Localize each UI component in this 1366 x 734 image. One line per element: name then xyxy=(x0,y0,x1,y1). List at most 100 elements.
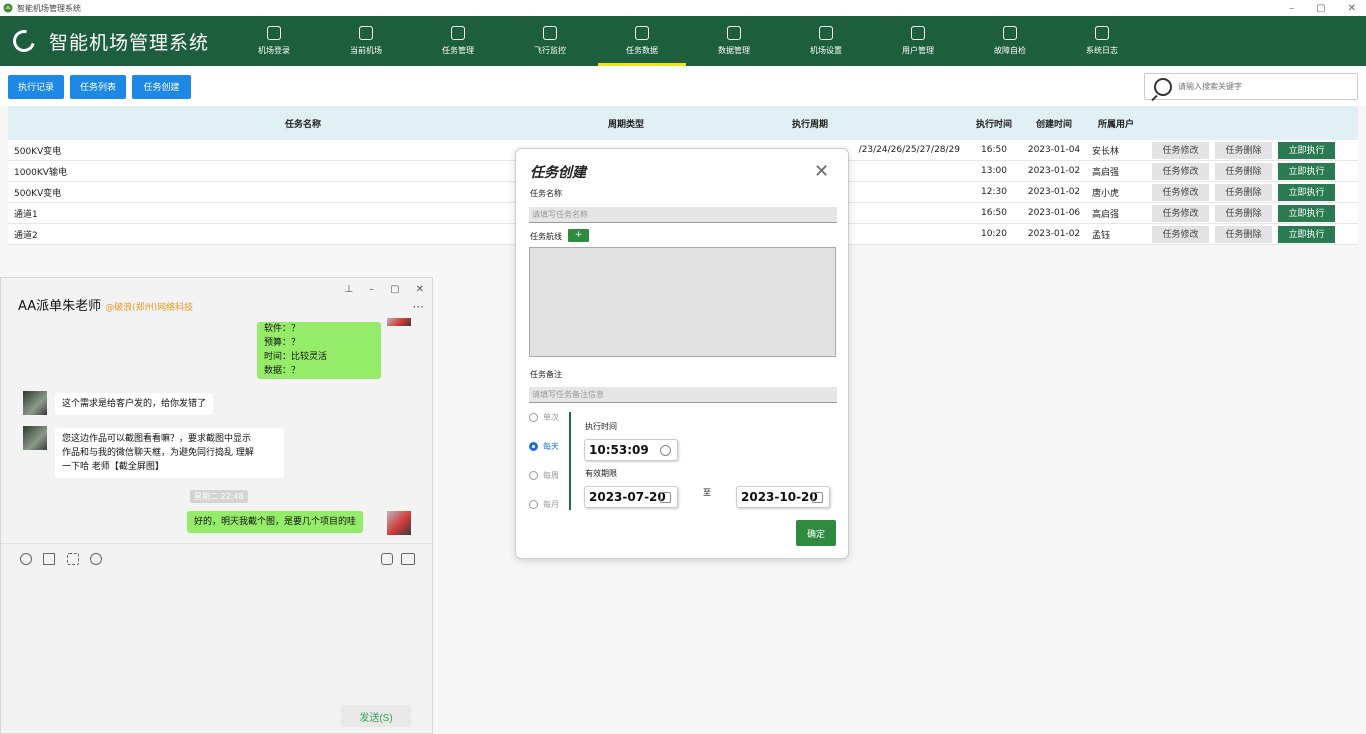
delete-task-button[interactable]: 任务删除 xyxy=(1215,141,1272,159)
phone-icon[interactable] xyxy=(381,553,393,565)
edit-task-button[interactable]: 任务修改 xyxy=(1152,141,1209,159)
search-input[interactable] xyxy=(1178,82,1348,91)
pin-icon[interactable]: ⊥ xyxy=(344,284,353,295)
chat-bubble-icon[interactable] xyxy=(90,553,102,565)
edit-task-button[interactable]: 任务修改 xyxy=(1152,183,1209,201)
nav-label: 任务管理 xyxy=(442,46,474,55)
close-icon[interactable]: ✕ xyxy=(814,161,829,182)
nav-item-fault-check[interactable]: 故障自检 xyxy=(964,16,1056,66)
nav-item-airport-login[interactable]: 机场登录 xyxy=(228,16,320,66)
cell-name: 500KV变电 xyxy=(14,188,62,199)
exec-time-label: 执行时间 xyxy=(585,422,617,431)
task-name-input[interactable]: 请填写任务名称 xyxy=(529,207,837,223)
run-task-button[interactable]: 立即执行 xyxy=(1278,225,1335,243)
run-task-button[interactable]: 立即执行 xyxy=(1278,141,1335,159)
edit-task-button[interactable]: 任务修改 xyxy=(1152,225,1209,243)
cell-time: 16:50 xyxy=(981,208,1007,218)
avatar[interactable] xyxy=(23,426,47,450)
chat-contact-name: AA派单朱老师 xyxy=(18,299,102,314)
nav-label: 当前机场 xyxy=(350,46,382,55)
message-line: 作品和与我的微信聊天框，为避免同行捣乱 理解 xyxy=(62,448,254,458)
avatar[interactable] xyxy=(387,511,411,535)
search-box xyxy=(1144,73,1358,100)
start-date-picker[interactable]: 2023-07-20 xyxy=(584,486,678,508)
valid-period-label: 有效期限 xyxy=(585,469,617,478)
radio-dot xyxy=(529,413,538,422)
cell-name: 1000KV输电 xyxy=(14,167,67,178)
main-nav: 机场登录 当前机场 任务管理 飞行监控 任务数据 数据管理 机场设置 用户管理 … xyxy=(228,16,1148,66)
user-icon xyxy=(911,26,925,40)
add-route-button[interactable]: + xyxy=(568,229,589,242)
close-button[interactable]: ✕ xyxy=(1348,3,1356,14)
nav-label: 故障自检 xyxy=(994,46,1026,55)
chat-close-button[interactable]: ✕ xyxy=(416,284,424,295)
edit-task-button[interactable]: 任务修改 xyxy=(1152,204,1209,222)
emoji-icon[interactable] xyxy=(20,553,32,565)
message-line: 一下哈 老师【截全屏图】 xyxy=(62,462,164,472)
nav-item-task-data[interactable]: 任务数据 xyxy=(596,16,688,66)
message-bubble-outgoing: 好的，明天我截个图，是要几个项目的哇 xyxy=(187,511,364,533)
delete-task-button[interactable]: 任务删除 xyxy=(1215,225,1272,243)
confirm-button[interactable]: 确定 xyxy=(796,520,836,546)
delete-task-button[interactable]: 任务删除 xyxy=(1215,183,1272,201)
nav-item-user-management[interactable]: 用户管理 xyxy=(872,16,964,66)
nav-item-current-airport[interactable]: 当前机场 xyxy=(320,16,412,66)
chat-maximize-button[interactable]: ▢ xyxy=(390,284,399,295)
run-task-button[interactable]: 立即执行 xyxy=(1278,183,1335,201)
window-titlebar: 智能机场管理系统 – ▢ ✕ xyxy=(0,0,1366,16)
radio-label: 每月 xyxy=(543,500,559,509)
radio-monthly[interactable]: 每月 xyxy=(529,499,559,510)
edit-task-button[interactable]: 任务修改 xyxy=(1152,162,1209,180)
message-line: 时间：比较灵活 xyxy=(264,352,328,362)
exec-record-button[interactable]: 执行记录 xyxy=(8,75,64,99)
avatar[interactable] xyxy=(23,391,47,415)
video-icon[interactable] xyxy=(401,553,415,565)
delete-task-button[interactable]: 任务删除 xyxy=(1215,204,1272,222)
nav-item-system-log[interactable]: 系统日志 xyxy=(1056,16,1148,66)
window-title: 智能机场管理系统 xyxy=(17,3,81,13)
chat-contact-org: @破浪(郑州)网络科技 xyxy=(105,303,194,313)
exec-time-picker[interactable]: 10:53:09 xyxy=(584,439,678,461)
date-range-separator: 至 xyxy=(703,488,711,497)
scissors-icon[interactable] xyxy=(67,553,79,565)
task-note-input[interactable]: 请填写任务备注信息 xyxy=(529,387,837,403)
nav-item-airport-settings[interactable]: 机场设置 xyxy=(780,16,872,66)
folder-icon[interactable] xyxy=(43,553,55,565)
nav-item-data-management[interactable]: 数据管理 xyxy=(688,16,780,66)
more-icon[interactable]: ··· xyxy=(413,300,424,314)
app-title: 智能机场管理系统 xyxy=(49,31,210,54)
nav-label: 飞行监控 xyxy=(534,46,566,55)
cell-time: 13:00 xyxy=(981,166,1007,176)
cell-created: 2023-01-02 xyxy=(1027,187,1081,197)
app-logo-icon xyxy=(3,3,13,13)
search-icon[interactable] xyxy=(1154,77,1172,96)
message-bubble-outgoing: 软件：？ 预算：？ 时间：比较灵活 数据：？ xyxy=(257,322,381,379)
nav-item-task-management[interactable]: 任务管理 xyxy=(412,16,504,66)
message-line: 您这边作品可以截图看看嘛？，要求截图中显示 xyxy=(62,434,252,444)
run-task-button[interactable]: 立即执行 xyxy=(1278,204,1335,222)
avatar[interactable] xyxy=(387,318,411,326)
radio-daily[interactable]: 每天 xyxy=(529,441,559,452)
task-note-label: 任务备注 xyxy=(530,370,562,379)
nav-label: 任务数据 xyxy=(626,46,658,55)
send-button[interactable]: 发送(S) xyxy=(341,705,411,727)
chat-minimize-button[interactable]: – xyxy=(369,284,374,295)
row-actions: 任务修改 任务删除 立即执行 xyxy=(1152,183,1335,201)
nav-item-flight-monitor[interactable]: 飞行监控 xyxy=(504,16,596,66)
chat-timestamp: 星期二 22:48 xyxy=(190,490,248,503)
delete-task-button[interactable]: 任务删除 xyxy=(1215,162,1272,180)
route-area[interactable] xyxy=(529,247,836,357)
chat-toolbar xyxy=(1,543,432,573)
col-cycle: 周期类型 xyxy=(607,119,644,130)
radio-weekly[interactable]: 每周 xyxy=(529,470,559,481)
maximize-button[interactable]: ▢ xyxy=(1316,3,1325,14)
calendar-icon xyxy=(660,492,671,503)
task-list-button[interactable]: 任务列表 xyxy=(70,75,126,99)
run-task-button[interactable]: 立即执行 xyxy=(1278,162,1335,180)
log-icon xyxy=(1095,26,1109,40)
task-create-button[interactable]: 任务创建 xyxy=(132,75,191,99)
end-date-picker[interactable]: 2023-10-20 xyxy=(736,486,830,508)
minimize-button[interactable]: – xyxy=(1289,3,1294,14)
radio-dot xyxy=(529,500,538,509)
radio-once[interactable]: 单次 xyxy=(529,412,559,423)
